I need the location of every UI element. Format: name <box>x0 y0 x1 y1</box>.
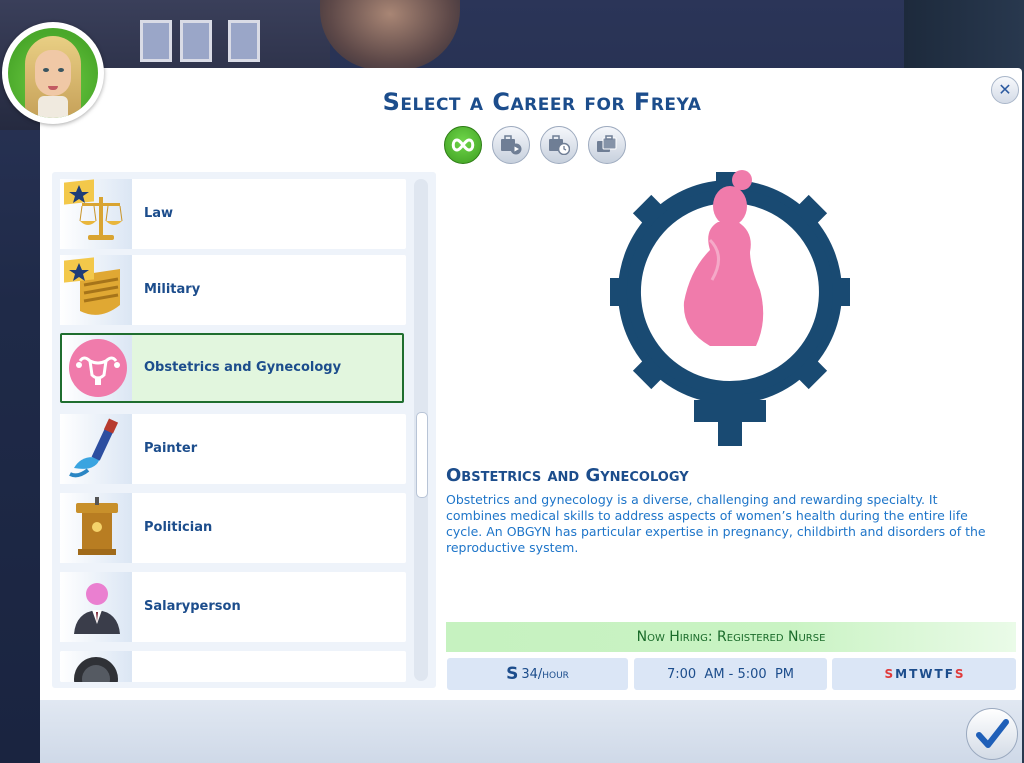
work-day-thursday: T <box>934 667 943 681</box>
career-label: Politician <box>144 520 213 535</box>
scales-star-icon <box>64 179 123 240</box>
paintbrush-icon <box>69 418 119 478</box>
work-day-monday: M <box>895 667 908 681</box>
infinity-icon <box>451 138 475 152</box>
career-item-military[interactable]: Military <box>60 255 406 325</box>
uterus-icon <box>69 339 127 397</box>
career-label: Military <box>144 282 201 297</box>
career-item-obstetrics-and-gynecology[interactable]: Obstetrics and Gynecology <box>60 333 404 403</box>
dialog-footer <box>40 700 1022 763</box>
now-hiring-text: Now Hiring: Registered Nurse <box>636 629 826 645</box>
podium-icon <box>76 497 118 555</box>
career-detail-title: Obstetrics and Gynecology <box>446 465 689 486</box>
close-button[interactable]: ✕ <box>991 76 1019 104</box>
briefcase-stack-icon <box>597 135 617 152</box>
close-icon: ✕ <box>998 80 1012 99</box>
work-day-saturday: S <box>954 667 964 681</box>
partial-career-icon <box>74 657 118 682</box>
work-days-box: S M T W T F S <box>832 658 1016 690</box>
career-detail-description: Obstetrics and gynecology is a diverse, … <box>446 492 986 555</box>
filter-part-time-button[interactable] <box>540 126 578 164</box>
filter-active-careers-button[interactable] <box>492 126 530 164</box>
checkmark-icon <box>976 719 1009 748</box>
military-insignia-star-icon <box>64 257 120 315</box>
career-item-painter[interactable]: Painter <box>60 414 406 484</box>
career-label: Salaryperson <box>144 599 241 614</box>
work-day-tuesday: T <box>909 667 918 681</box>
career-label <box>144 651 394 682</box>
work-hours-box: 7:00 AM - 5:00 PM <box>634 658 827 690</box>
career-label: Obstetrics and Gynecology <box>144 360 342 375</box>
pay-rate: 34/hour <box>521 666 569 682</box>
career-label: Painter <box>144 441 198 456</box>
filter-all-button[interactable] <box>444 126 482 164</box>
background-window <box>140 20 172 62</box>
work-day-friday: F <box>944 667 953 681</box>
dialog-title: Select a Career for Freya <box>382 88 702 116</box>
background-window <box>180 20 212 62</box>
work-day-sunday: S <box>884 667 894 681</box>
filter-odd-jobs-button[interactable] <box>588 126 626 164</box>
career-item-partial[interactable] <box>60 651 406 682</box>
background-sim-face <box>320 0 460 70</box>
work-hours: 7:00 AM - 5:00 PM <box>666 666 795 682</box>
career-label: Law <box>144 206 174 221</box>
work-day-wednesday: W <box>919 667 933 681</box>
pay-box: S 34/hour <box>447 658 628 690</box>
now-hiring-banner: Now Hiring: Registered Nurse <box>446 622 1016 652</box>
career-item-salaryperson[interactable]: Salaryperson <box>60 572 406 642</box>
background-window <box>228 20 260 62</box>
scrollbar-thumb[interactable] <box>416 412 428 498</box>
simoleon-icon: S <box>506 664 519 684</box>
briefcase-clock-icon <box>549 135 570 155</box>
confirm-button[interactable] <box>966 708 1018 760</box>
career-item-law[interactable]: Law <box>60 179 406 249</box>
obstetrics-career-emblem-icon <box>610 170 850 446</box>
career-item-politician[interactable]: Politician <box>60 493 406 563</box>
briefcase-play-icon <box>501 135 522 155</box>
businessperson-icon <box>74 583 120 634</box>
